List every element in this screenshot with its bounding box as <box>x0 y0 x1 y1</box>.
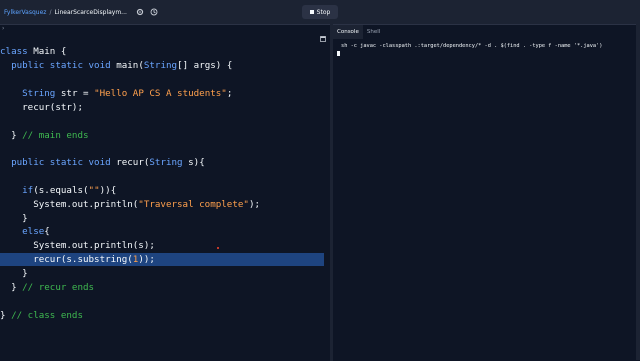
chevron-icon[interactable]: › <box>2 25 4 32</box>
code-line-2: public static void main(String[] args) { <box>11 60 233 71</box>
right-edge <box>636 24 640 360</box>
stop-icon <box>309 10 314 14</box>
code-line-12: System.out.println("Traversal complete")… <box>0 199 261 210</box>
history-icon[interactable] <box>149 7 159 17</box>
code-editor[interactable]: › class Main { public static void main(S… <box>0 24 330 361</box>
mouse-pointer <box>217 247 219 249</box>
terminal-cursor <box>337 51 340 56</box>
code-line-17: } <box>0 268 28 279</box>
code-line-14: else{ <box>22 226 50 237</box>
breadcrumb: FylkerVasquez / LinearScarceDisplaym... <box>4 9 127 16</box>
breadcrumb-project[interactable]: LinearScarceDisplaym... <box>54 9 126 16</box>
console-command: sh -c javac -classpath .:target/dependen… <box>341 43 603 49</box>
code-line-20: } // class ends <box>0 310 83 321</box>
top-bar: FylkerVasquez / LinearScarceDisplaym... … <box>0 0 640 24</box>
gear-icon[interactable] <box>135 7 145 17</box>
tab-console[interactable]: Console <box>333 25 363 39</box>
code-line-15: System.out.println(s); <box>0 240 155 251</box>
stop-button[interactable]: Stop <box>302 5 338 19</box>
code-line-5: recur(str); <box>0 102 83 113</box>
console-pane[interactable]: Console Shell sh -c javac -classpath .:t… <box>333 24 640 361</box>
code-text: class <box>0 46 28 57</box>
editor-toolbar: › <box>0 25 330 42</box>
code-line-9: public static void recur(String s){ <box>11 157 205 168</box>
code-line-18: } // recur ends <box>0 282 95 293</box>
code-line-16-highlighted: recur(s.substring(1)); <box>0 253 324 266</box>
panel-icon[interactable] <box>320 27 326 46</box>
breadcrumb-separator: / <box>49 8 52 16</box>
tab-shell[interactable]: Shell <box>363 25 384 39</box>
console-tabs: Console Shell <box>333 25 384 39</box>
code-line-13: } <box>0 213 28 224</box>
code-line-11: if(s.equals("")){ <box>22 185 117 196</box>
code-line-1: class Main { <box>0 46 67 57</box>
code-line-4: String str = "Hello AP CS A students"; <box>22 88 233 99</box>
breadcrumb-user[interactable]: FylkerVasquez <box>4 9 46 16</box>
code-line-7: } // main ends <box>0 130 89 141</box>
stop-label: Stop <box>316 8 331 16</box>
